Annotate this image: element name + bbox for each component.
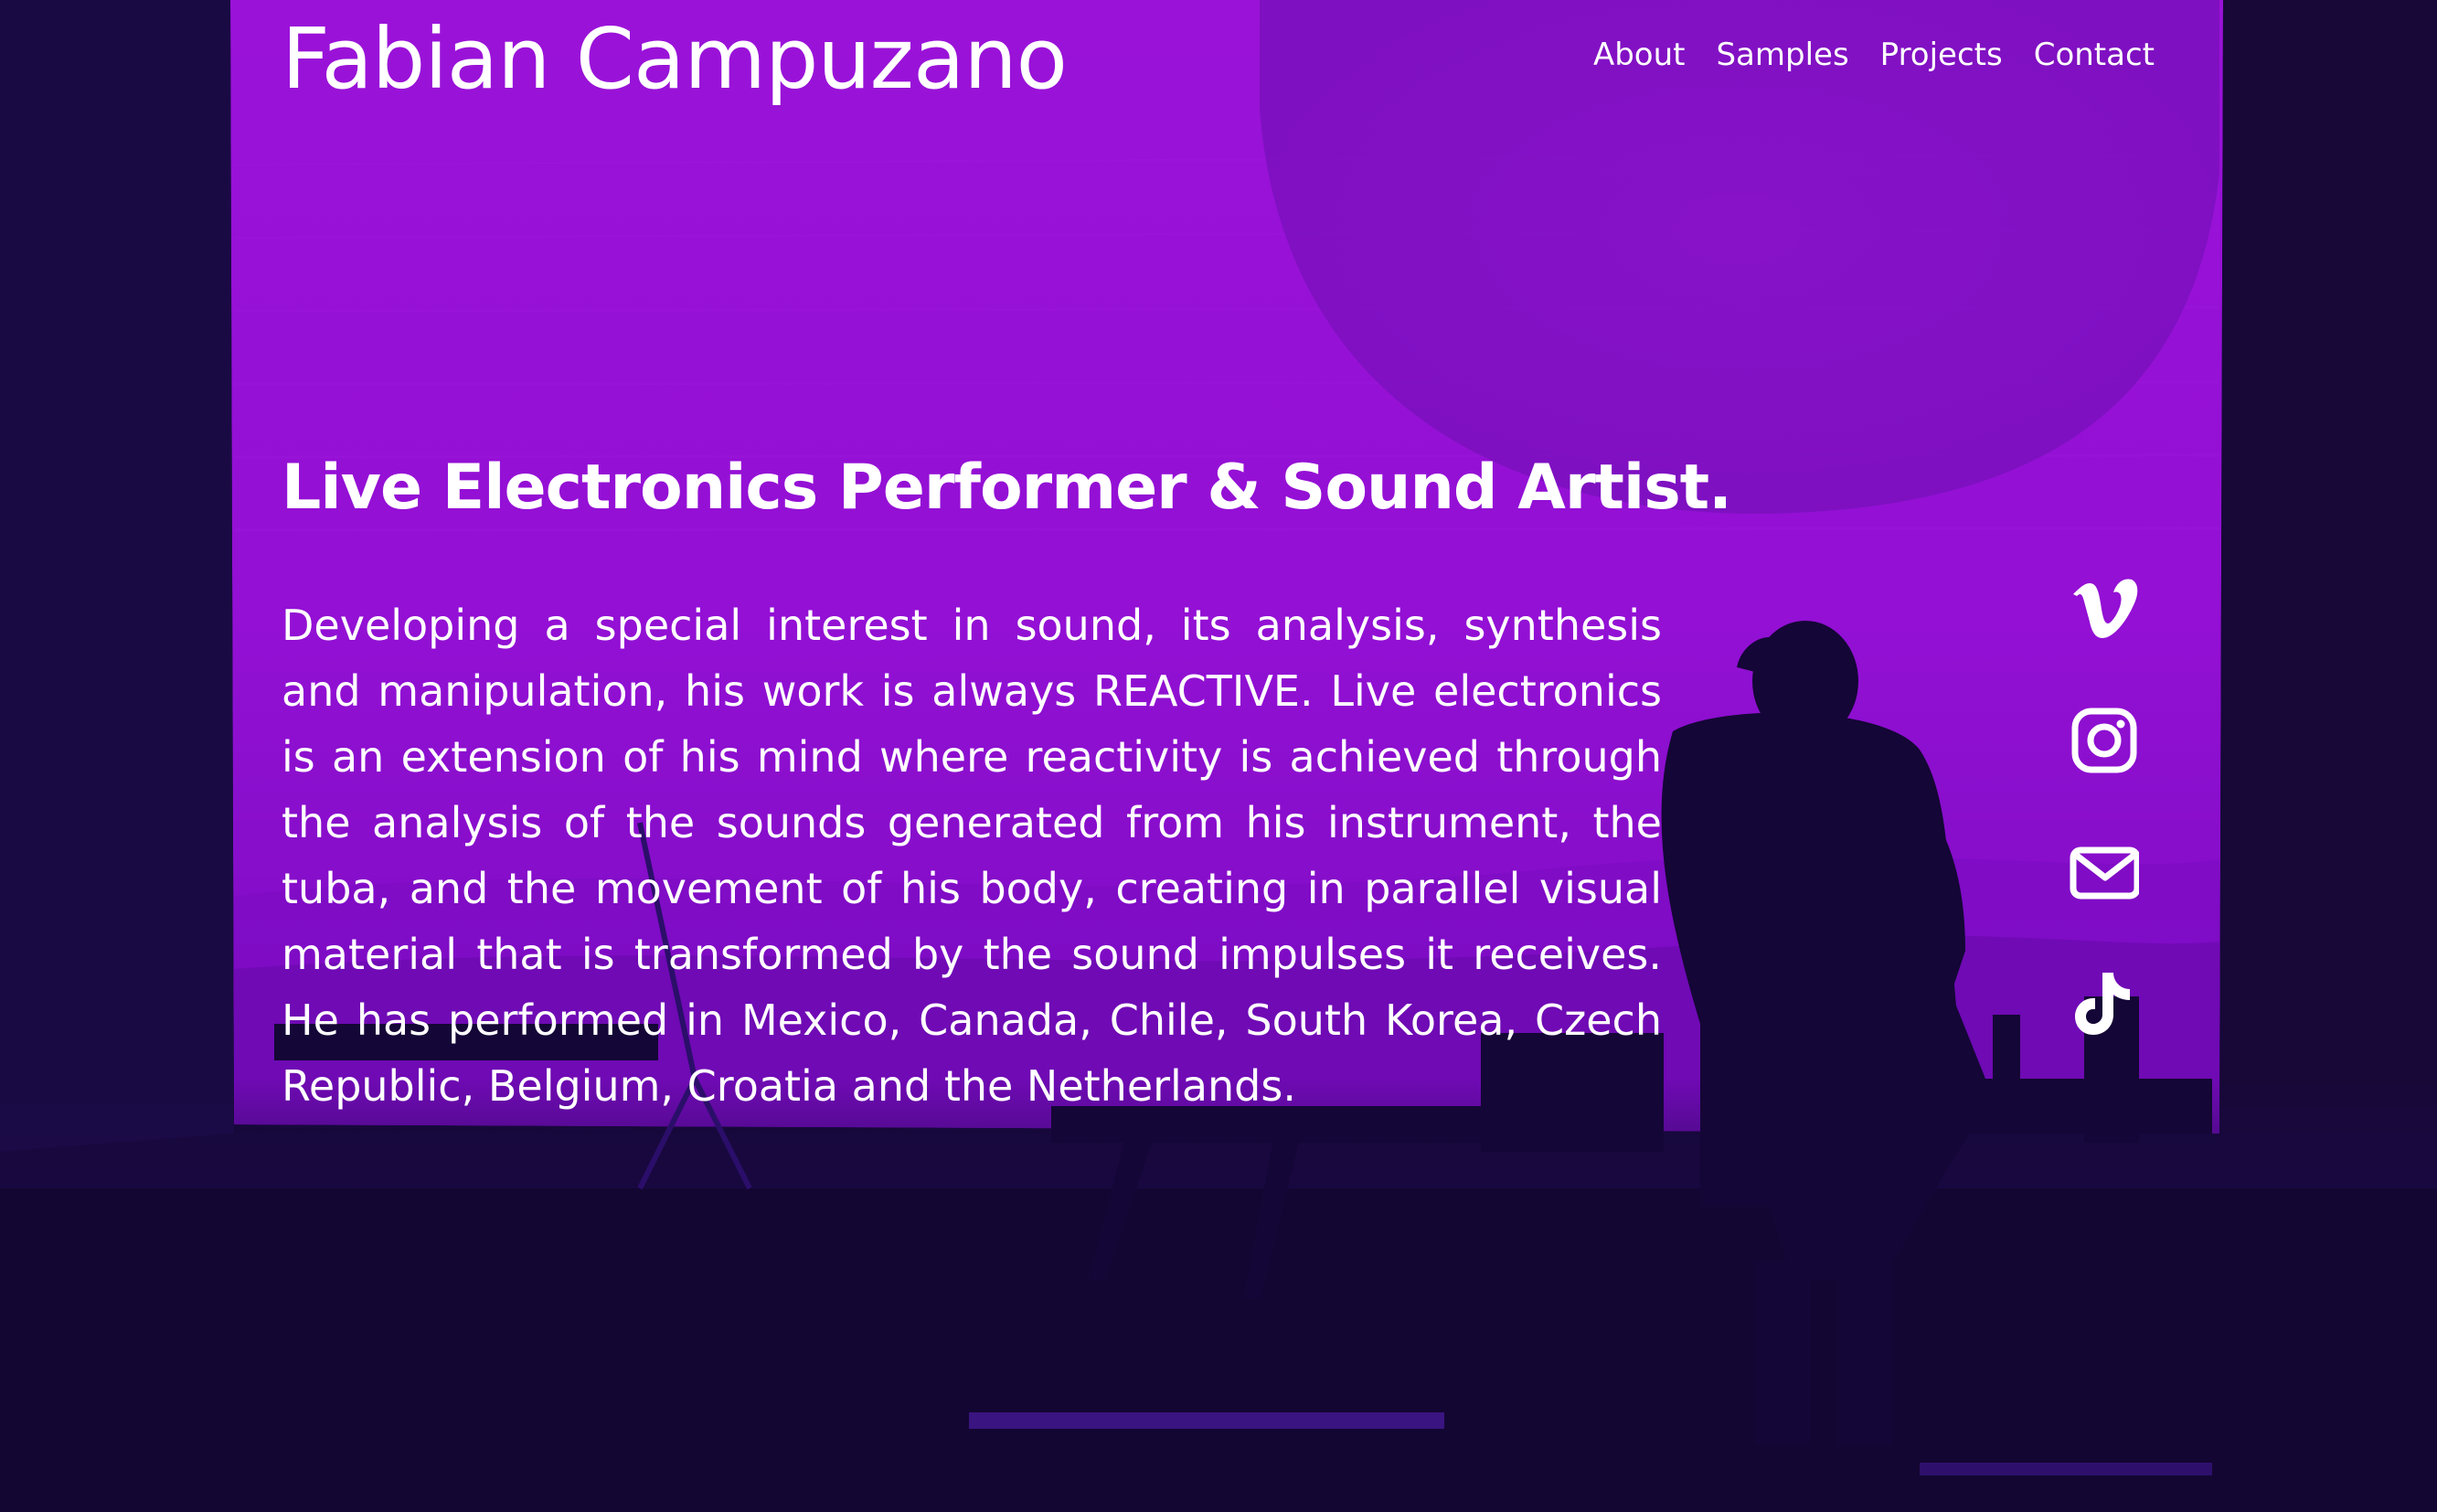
nav-link-contact[interactable]: Contact	[2034, 33, 2155, 77]
vimeo-icon[interactable]	[2070, 576, 2139, 642]
main-nav: About Samples Projects Contact	[1593, 33, 2155, 77]
email-icon[interactable]	[2070, 839, 2139, 905]
nav-link-projects[interactable]: Projects	[1880, 33, 2003, 77]
instagram-icon[interactable]	[2070, 708, 2139, 773]
hero-bio: Developing a special interest in sound, …	[282, 601, 1662, 1111]
tiktok-icon[interactable]	[2070, 971, 2139, 1037]
hero-tagline: Live Electronics Performer & Sound Artis…	[282, 452, 1732, 524]
site-title[interactable]: Fabian Campuzano	[282, 0, 1068, 119]
social-links	[2068, 576, 2141, 1037]
nav-link-samples[interactable]: Samples	[1716, 33, 1848, 77]
nav-link-about[interactable]: About	[1593, 33, 1686, 77]
